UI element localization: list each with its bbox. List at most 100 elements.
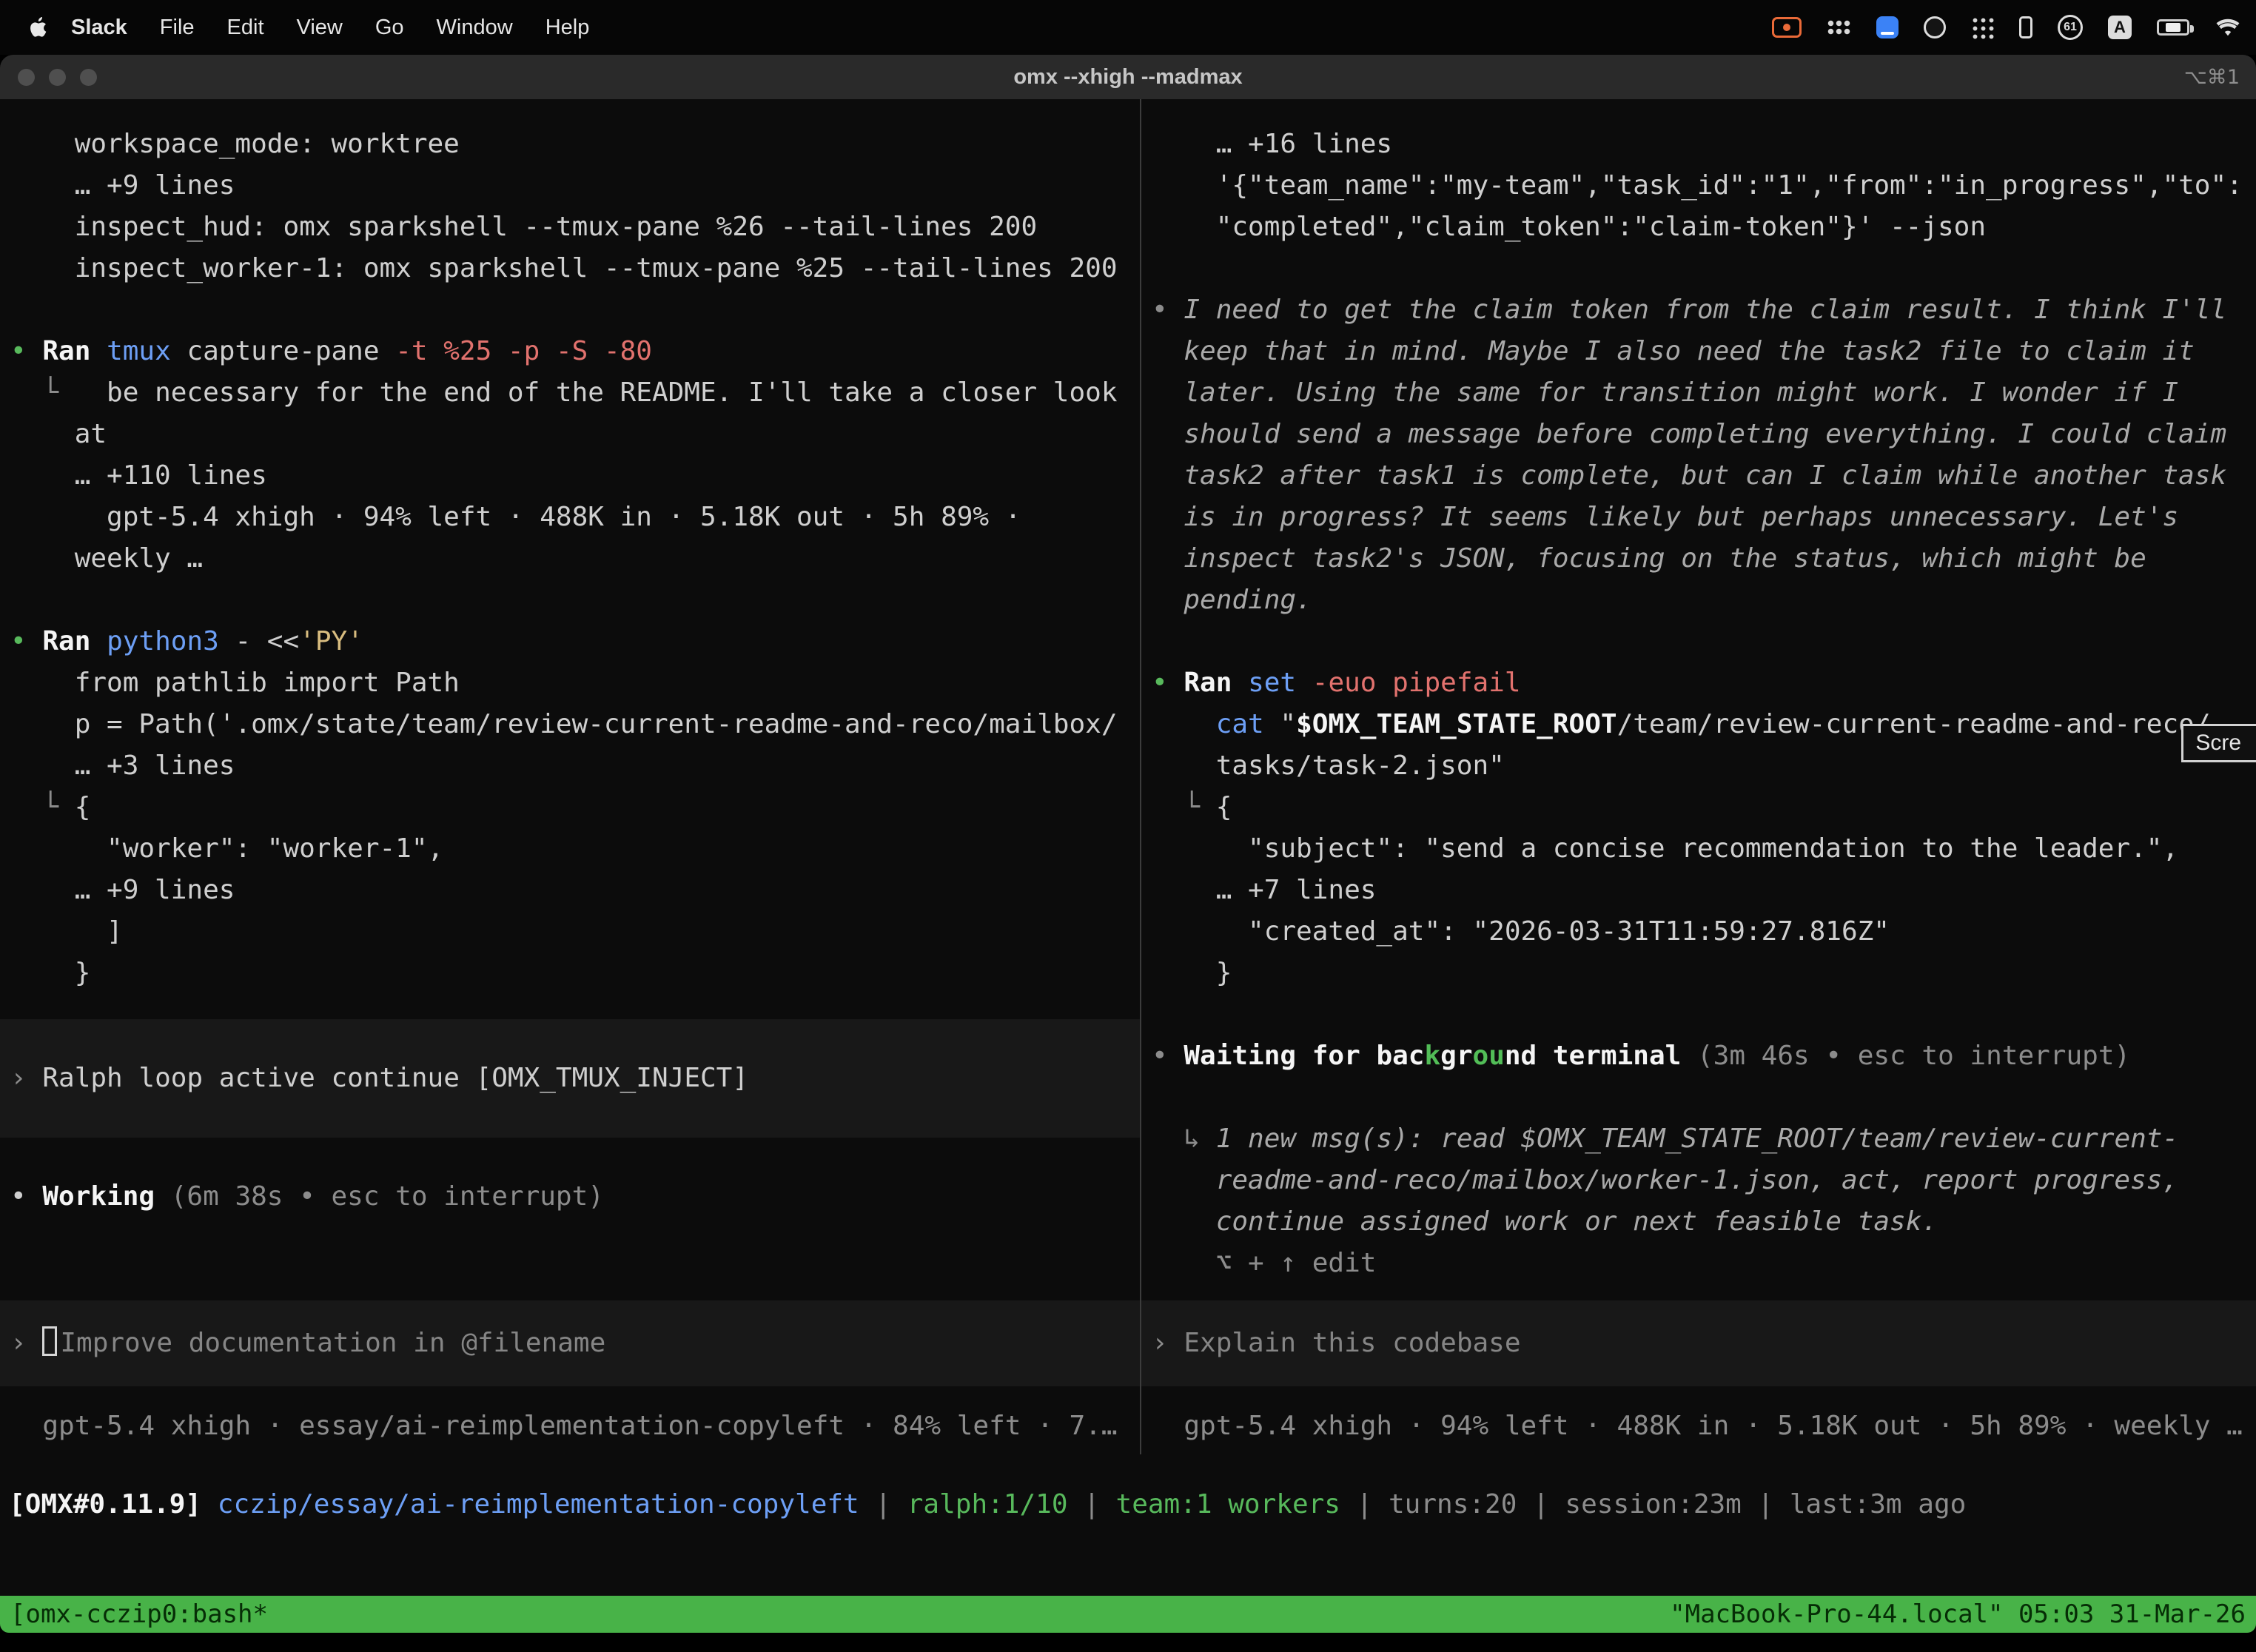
text-run: gpt-5.4 xhigh · 94% left · 488K in · 5.1… [75,502,1021,532]
menu-window[interactable]: Window [420,16,529,40]
menu-app-name[interactable]: Slack [55,16,144,40]
close-button[interactable] [18,69,35,86]
raycast-icon[interactable] [1876,16,1899,38]
flex-spacer [1152,1284,2246,1300]
keyboard-grid-icon[interactable] [1827,19,1851,36]
menu-edit[interactable]: Edit [211,16,281,40]
text-run: -t %25 -p -S -80 [395,336,652,366]
text-run: • [10,336,42,366]
terminal-line: └ { [1152,787,2246,828]
text-run: 1 new msg(s): read $OMX_TEAM_STATE_ROOT/… [1216,1124,2178,1154]
scrollback: workspace_mode: worktree … +9 lines inspec… [10,124,1129,994]
pane-status-line: gpt-5.4 xhigh · essay/ai-reimplementatio… [10,1406,1129,1447]
blank-line [10,289,1129,331]
terminal-line: ] [10,911,1129,953]
text-run: from pathlib import Path [75,668,460,698]
text-run: is in progress? It seems likely but perh… [1184,502,2178,532]
terminal-line: "subject": "send a concise recommendatio… [1152,828,2246,870]
text-run: workspace_mode: worktree [75,129,460,159]
input-source-icon[interactable]: A [2108,16,2132,39]
terminal-line: └ be necessary for the end of the README… [10,372,1129,414]
prompt-input[interactable]: › Explain this codebase [1141,1300,2256,1386]
terminal-line: should send a message before completing … [1152,414,2246,455]
terminal-line: ↳ 1 new msg(s): read $OMX_TEAM_STATE_ROO… [1152,1118,2246,1160]
terminal-line: continue assigned work or next feasible … [1152,1201,2246,1243]
menu-help[interactable]: Help [529,16,606,40]
terminal-line: • Ran set -euo pipefail [1152,662,2246,704]
text-run: › [1152,1328,1184,1358]
text-run: gr [1440,1041,1472,1071]
terminal-line: … +3 lines [10,745,1129,787]
prompt-input[interactable]: › Improve documentation in @filename [0,1300,1140,1386]
minimize-button[interactable] [49,69,66,86]
terminal-line: pending. [1152,580,2246,621]
text-run: gpt-5.4 xhigh · 94% left · 488K in · 5.1… [1184,1411,2242,1441]
text-run: } [1216,958,1232,988]
terminal-line: readme-and-reco/mailbox/worker-1.json, a… [1152,1160,2246,1201]
text-run: Explain this codebase [1184,1328,1520,1358]
terminal-line: • Waiting for background terminal (3m 46… [1152,1035,2246,1077]
text-run: session:23m [1565,1489,1741,1520]
terminal-line: is in progress? It seems likely but perh… [1152,497,2246,538]
text-run: be necessary for the end of the README. … [75,377,1118,408]
flex-spacer [10,1218,1129,1300]
text-run: | [1068,1489,1116,1520]
terminal-line: › Ralph loop active continue [OMX_TMUX_I… [10,1058,1129,1099]
text-run: ou [1473,1041,1505,1071]
text-run: • [1152,1041,1184,1071]
text-run: (3m 46s • esc to interrupt) [1697,1041,2130,1071]
battery-percent-badge[interactable]: 61 [2058,15,2083,40]
terminal-window: omx --xhigh --madmax ⌥⌘1 workspace_mode:… [0,55,2256,1633]
apple-menu[interactable] [21,16,55,38]
text-run: weekly … [75,543,203,574]
menu-go[interactable]: Go [359,16,420,40]
screen-record-indicator[interactable] [1772,17,1802,38]
text-run: … +9 lines [75,875,235,905]
terminal-line: … +16 lines [1152,124,2246,165]
terminal-line: gpt-5.4 xhigh · 94% left · 488K in · 5.1… [1152,1406,2246,1447]
text-run: team:1 workers [1116,1489,1340,1520]
text-run: └ [1184,792,1215,822]
terminal-line: tasks/task-2.json" [1152,745,2246,787]
terminal-line: at [10,414,1129,455]
text-run: tasks/task-2.json" [1216,751,1505,781]
window-title-bar[interactable]: omx --xhigh --madmax ⌥⌘1 [0,55,2256,99]
text-run: • [1152,295,1184,325]
text-run: (6m 38s • esc to interrupt) [171,1181,604,1212]
circle-app-icon[interactable] [1924,16,1946,38]
menu-view[interactable]: View [281,16,359,40]
text-run: inspect_hud: omx sparkshell --tmux-pane … [75,212,1037,242]
dots-grid-icon[interactable] [1971,16,1994,39]
text-run: $OMX_TEAM_STATE_ROOT [1296,709,1617,739]
terminal-line: • Ran python3 - <<'PY' [10,621,1129,662]
text-run: } [75,958,91,988]
tmux-session-label: [omx-cczip0:bash* [10,1599,268,1629]
battery-icon[interactable] [2157,19,2189,36]
text-run: capture-pane [187,336,395,366]
iphone-icon[interactable] [2019,16,2032,38]
text-run: › [10,1328,42,1358]
wifi-icon[interactable] [2215,17,2241,38]
text-run: /team/review-current-readme-and-reco/ [1617,709,2211,739]
text-run: nd terminal [1505,1041,1697,1071]
menu-file[interactable]: File [144,16,211,40]
text-run: … +9 lines [75,170,235,201]
terminal-line: › Explain this codebase [1152,1323,2246,1364]
text-run: | [1742,1489,1790,1520]
terminal-line: later. Using the same for transition mig… [1152,372,2246,414]
text-run: gpt-5.4 xhigh · essay/ai-reimplementatio… [42,1411,1117,1441]
inject-banner: › Ralph loop active continue [OMX_TMUX_I… [0,1019,1140,1138]
text-run: Working [42,1181,170,1212]
text-run: at [75,419,107,449]
text-run: "worker": "worker-1", [107,833,443,864]
text-run: ↳ [1184,1124,1215,1154]
text-run: keep that in mind. Maybe I also need the… [1184,336,2194,366]
window-controls [0,69,97,86]
text-run: • [10,626,42,657]
zoom-button[interactable] [80,69,97,86]
status-icons: 61 A [1772,15,2241,40]
menu-bar: Slack FileEditViewGoWindowHelp 61 A [0,0,2256,55]
terminal-line: } [1152,953,2246,994]
window-title: omx --xhigh --madmax [0,65,2256,90]
menu-items: FileEditViewGoWindowHelp [144,16,606,40]
